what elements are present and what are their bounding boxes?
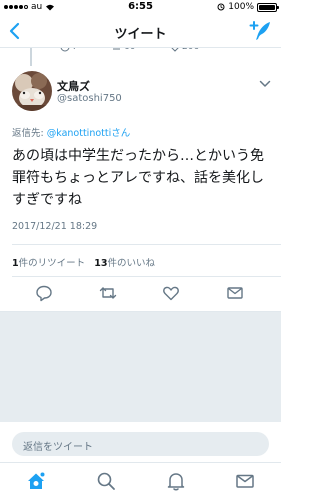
reply-to-line: 返信先: @kanottinottiさん <box>12 125 130 139</box>
retweet-icon[interactable] <box>99 284 117 302</box>
home-icon[interactable] <box>26 471 46 491</box>
previous-reply-count: 7 <box>72 48 78 52</box>
previous-retweet-stat[interactable]: 60 <box>112 48 135 52</box>
direct-message-icon[interactable] <box>226 284 244 302</box>
avatar[interactable] <box>12 71 52 111</box>
thread-line <box>30 48 32 66</box>
divider <box>12 244 281 245</box>
page-title: ツイート <box>114 27 167 42</box>
battery-percent: 100% <box>228 2 254 12</box>
reply-to-prefix: 返信先: <box>12 128 47 139</box>
retweets-label: 件のリツイート <box>18 258 86 269</box>
search-icon[interactable] <box>96 471 116 491</box>
status-right: 100% <box>217 2 279 12</box>
likes-label: 件のいいね <box>107 258 155 269</box>
battery-icon <box>257 2 279 12</box>
retweets-stat[interactable]: 1件のリツイート <box>12 258 85 269</box>
like-icon[interactable] <box>162 284 180 302</box>
previous-retweet-count: 60 <box>124 48 135 52</box>
tweet-actions <box>0 284 281 304</box>
display-name[interactable]: 文鳥ズ <box>57 78 90 94</box>
user-handle[interactable]: @satoshi750 <box>57 93 122 104</box>
nav-bar: ツイート <box>0 14 281 48</box>
reply-to-mention-link[interactable]: @kanottinottiさん <box>47 128 131 139</box>
tweet-text: あの頃は中学生だったから…とかいう免罪符もちょっとアレですね、話を美化しすぎです… <box>12 148 264 208</box>
chevron-down-icon[interactable] <box>259 80 271 88</box>
reply-icon <box>60 48 70 52</box>
status-bar: au 6:55 100% <box>0 0 281 14</box>
reply-icon[interactable] <box>35 284 53 302</box>
previous-tweet-actions: 7 60 206 <box>0 48 281 56</box>
previous-like-count: 206 <box>182 48 199 52</box>
reply-input[interactable]: 返信をツイート <box>12 432 269 456</box>
reply-input-placeholder: 返信をツイート <box>23 442 93 453</box>
tweet-timestamp: 2017/12/21 18:29 <box>12 221 98 232</box>
previous-reply-stat[interactable]: 7 <box>60 48 78 52</box>
compose-tweet-icon[interactable] <box>249 19 273 43</box>
likes-stat[interactable]: 13件のいいね <box>94 258 155 269</box>
tab-bar <box>0 462 281 500</box>
retweet-icon <box>113 48 120 50</box>
previous-like-stat[interactable]: 206 <box>170 48 199 52</box>
battery-fill <box>259 4 275 10</box>
likes-count: 13 <box>94 258 108 269</box>
messages-icon[interactable] <box>235 471 255 491</box>
empty-replies-area <box>0 311 281 422</box>
avatar-image <box>12 71 52 111</box>
alarm-icon <box>217 3 225 11</box>
divider <box>12 276 281 277</box>
retweets-count: 1 <box>12 258 19 269</box>
tweet-stats: 1件のリツイート 13件のいいね <box>12 255 155 269</box>
notifications-icon[interactable] <box>166 471 186 491</box>
like-icon <box>171 48 179 52</box>
